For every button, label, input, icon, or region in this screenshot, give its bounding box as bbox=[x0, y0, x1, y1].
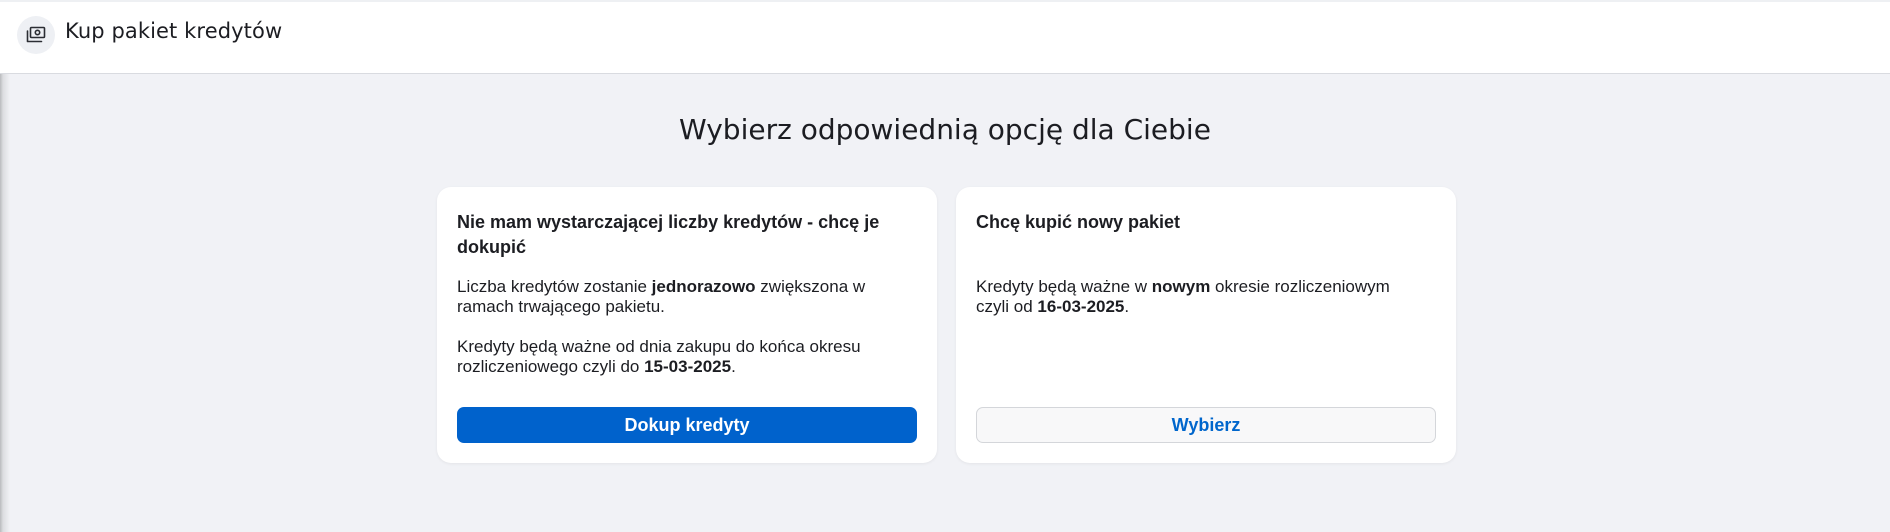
new-package-card: Chcę kupić nowy pakiet Kredyty będą ważn… bbox=[956, 187, 1456, 463]
page-header: Kup pakiet kredytów bbox=[0, 0, 1890, 74]
topup-card-title: Nie mam wystarczającej liczby kredytów -… bbox=[457, 212, 880, 257]
topup-validity-date: 15-03-2025 bbox=[644, 357, 732, 376]
topup-desc-bold: jednorazowo bbox=[651, 277, 756, 296]
topup-validity-suffix: . bbox=[731, 357, 736, 376]
topup-credits-button[interactable]: Dokup kredyty bbox=[457, 407, 917, 443]
new-package-validity-prefix: Kredyty będą ważne w bbox=[976, 277, 1152, 296]
new-package-validity-date: 16-03-2025 bbox=[1037, 297, 1125, 316]
new-package-validity-suffix: . bbox=[1124, 297, 1130, 316]
new-package-validity-bold: nowym bbox=[1151, 277, 1211, 296]
options-heading: Wybierz odpowiednią opcję dla Ciebie bbox=[679, 113, 1211, 146]
new-package-card-title: Chcę kupić nowy pakiet bbox=[976, 212, 1181, 232]
topup-desc-prefix: Liczba kredytów zostanie bbox=[457, 277, 652, 296]
choose-new-package-button[interactable]: Wybierz bbox=[976, 407, 1436, 443]
topup-credits-card: Nie mam wystarczającej liczby kredytów -… bbox=[437, 187, 937, 463]
topup-card-description: Liczba kredytów zostanie jednorazowo zwi… bbox=[457, 277, 897, 317]
money-icon bbox=[17, 16, 55, 54]
topup-card-validity: Kredyty będą ważne od dnia zakupu do koń… bbox=[457, 337, 897, 377]
new-package-card-validity: Kredyty będą ważne w nowym okresie rozli… bbox=[976, 277, 1416, 317]
header-top-divider bbox=[0, 0, 1890, 2]
money-icon-glyph bbox=[26, 26, 46, 43]
left-edge-shadow bbox=[0, 0, 10, 532]
page-title: Kup pakiet kredytów bbox=[65, 19, 283, 43]
